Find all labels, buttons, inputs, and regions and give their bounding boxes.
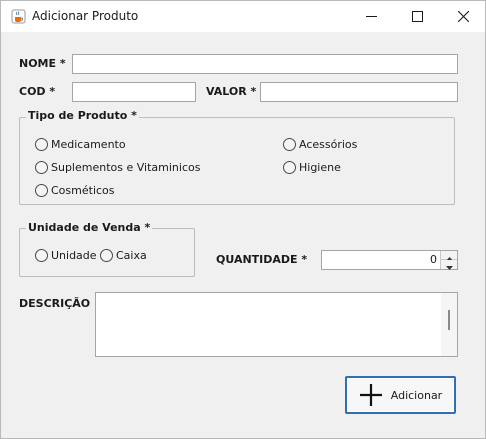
cod-field[interactable] xyxy=(72,82,196,102)
radio-label: Medicamento xyxy=(51,138,126,151)
descricao-textarea[interactable] xyxy=(95,292,458,357)
cod-label: COD * xyxy=(19,85,56,98)
minimize-icon xyxy=(365,7,377,26)
nome-field[interactable] xyxy=(72,54,458,74)
radio-circle xyxy=(35,161,48,174)
radio-circle xyxy=(35,138,48,151)
quantidade-label: QUANTIDADE * xyxy=(216,253,308,266)
plus-icon xyxy=(359,383,383,407)
radio-label: Acessórios xyxy=(299,138,358,151)
app-window: Adicionar Produto NOME * COD * VALOR * T… xyxy=(0,0,486,439)
quantidade-stepper[interactable]: 0 xyxy=(321,250,458,270)
descricao-label: DESCRIÇÃO xyxy=(19,297,91,310)
radio-circle xyxy=(35,184,48,197)
maximize-icon xyxy=(411,7,423,26)
radio-circle xyxy=(283,138,296,151)
nome-label: NOME * xyxy=(19,57,66,70)
close-icon xyxy=(457,7,469,26)
title-bar[interactable]: Adicionar Produto xyxy=(1,1,485,32)
decrement-button[interactable] xyxy=(440,260,457,270)
radio-label: Suplementos e Vitaminicos xyxy=(51,161,201,174)
maximize-button[interactable] xyxy=(394,1,440,32)
radio-higiene[interactable]: Higiene xyxy=(283,161,341,174)
radio-label: Unidade xyxy=(51,249,97,262)
tipo-produto-title: Tipo de Produto * xyxy=(26,109,139,122)
radio-circle xyxy=(100,249,113,262)
scrollbar-thumb[interactable] xyxy=(448,310,450,330)
close-button[interactable] xyxy=(440,1,486,32)
valor-field[interactable] xyxy=(260,82,458,102)
radio-suplementos[interactable]: Suplementos e Vitaminicos xyxy=(35,161,200,174)
radio-cosmeticos[interactable]: Cosméticos xyxy=(35,184,115,197)
minimize-button[interactable] xyxy=(348,1,394,32)
adicionar-label: Adicionar xyxy=(390,388,443,402)
radio-caixa[interactable]: Caixa xyxy=(100,249,147,262)
radio-circle xyxy=(283,161,296,174)
radio-label: Caixa xyxy=(116,249,147,262)
radio-label: Higiene xyxy=(299,161,341,174)
adicionar-button[interactable]: Adicionar xyxy=(345,376,456,414)
radio-label: Cosméticos xyxy=(51,184,115,197)
quantidade-value[interactable]: 0 xyxy=(430,253,437,266)
unidade-venda-title: Unidade de Venda * xyxy=(26,221,153,234)
java-cup-icon xyxy=(11,9,26,24)
vertical-scrollbar[interactable] xyxy=(441,293,457,356)
radio-medicamento[interactable]: Medicamento xyxy=(35,138,126,151)
window-title: Adicionar Produto xyxy=(32,9,139,23)
chevron-down-icon xyxy=(445,255,453,274)
valor-label: VALOR * xyxy=(206,85,257,98)
radio-acessorios[interactable]: Acessórios xyxy=(283,138,357,151)
radio-circle xyxy=(35,249,48,262)
radio-unidade[interactable]: Unidade xyxy=(35,249,97,262)
